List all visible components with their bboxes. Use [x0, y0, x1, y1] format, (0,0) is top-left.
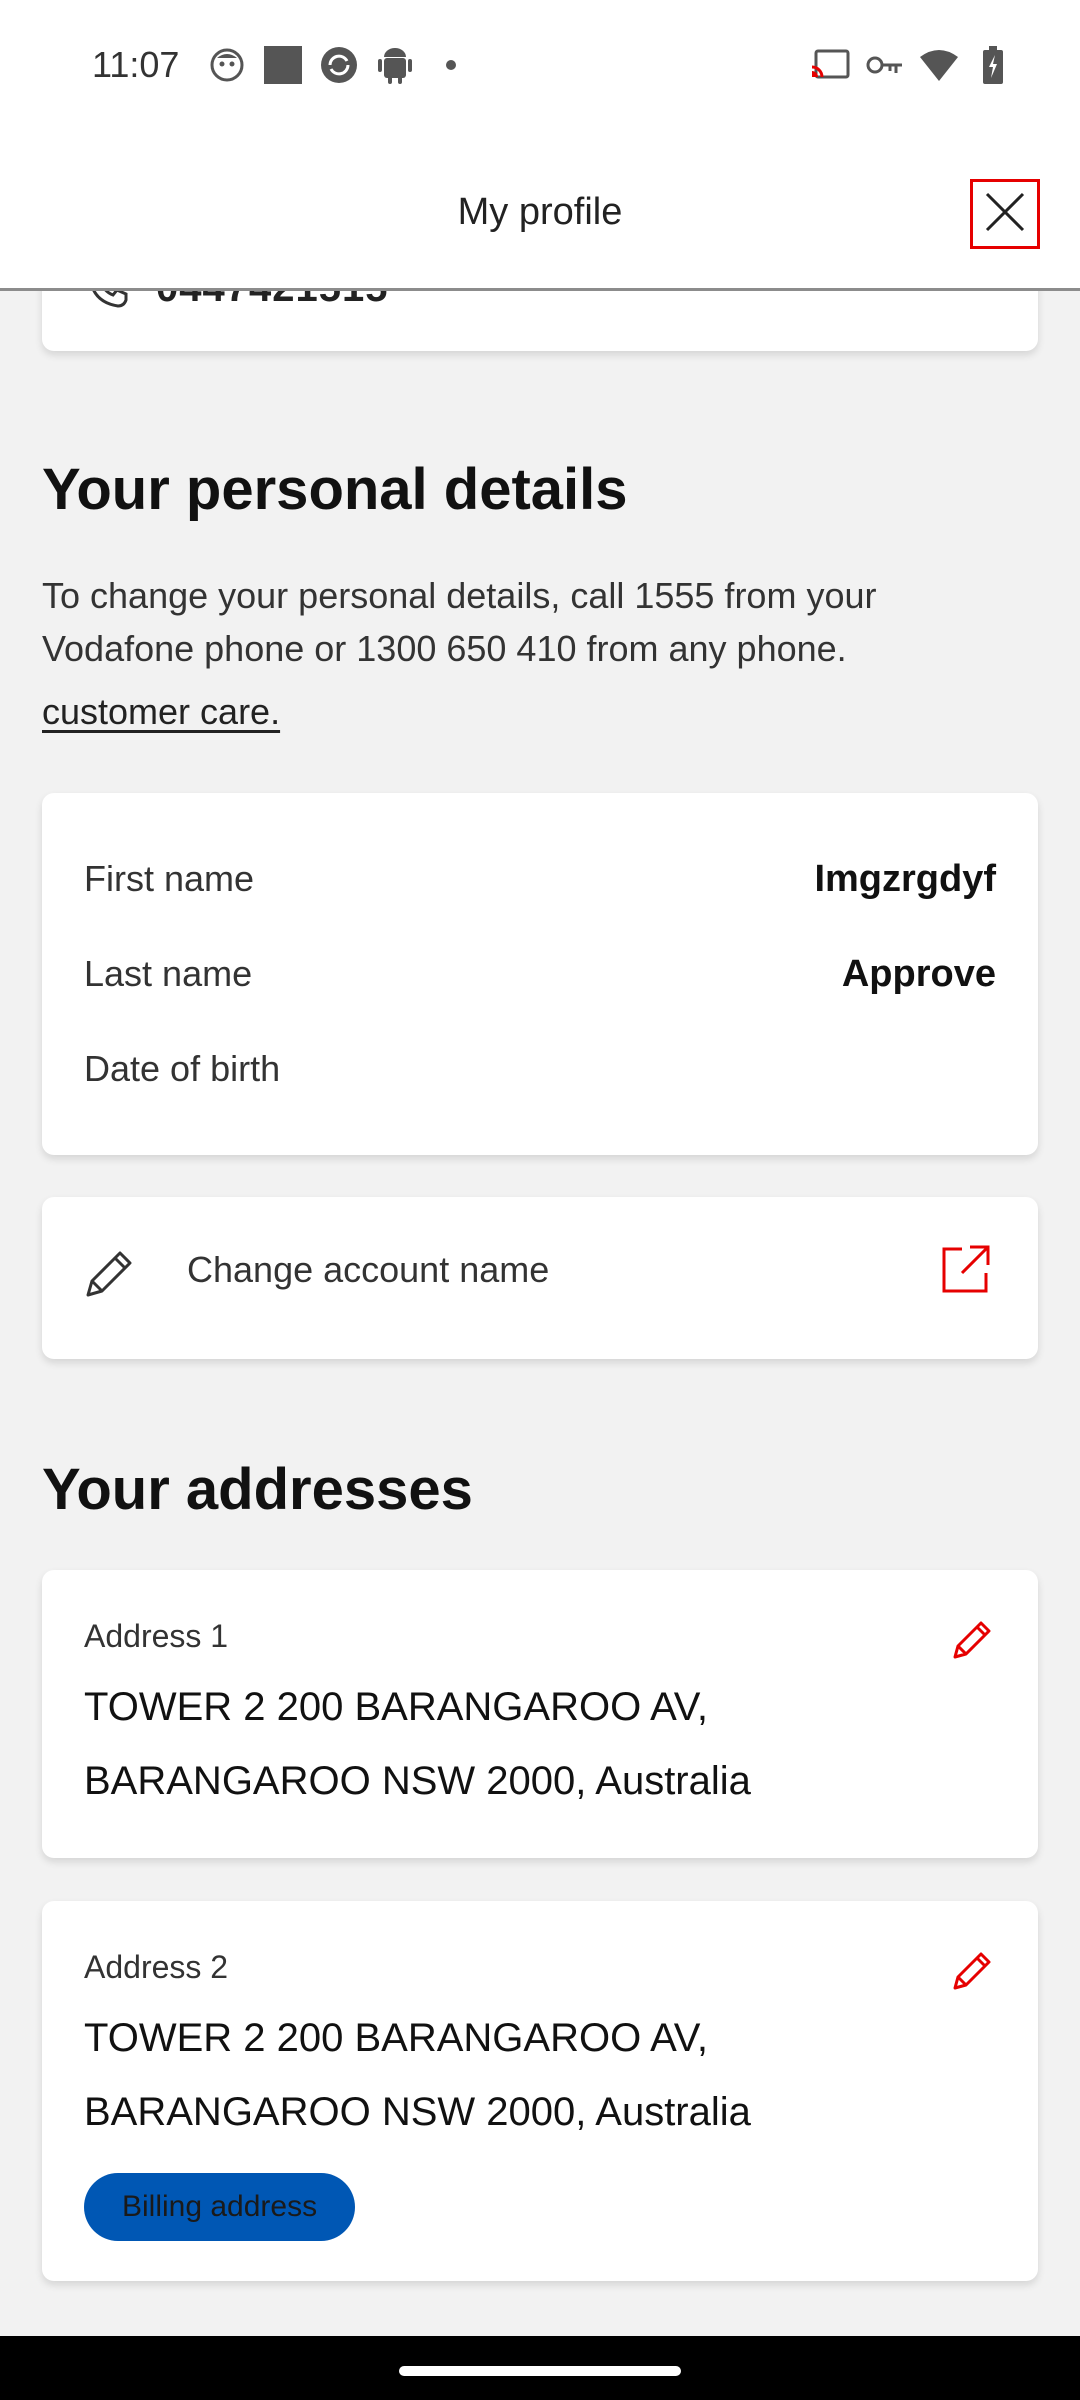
cast-icon	[812, 46, 850, 84]
sync-icon	[320, 46, 358, 84]
personal-details-description: To change your personal details, call 15…	[42, 575, 877, 669]
close-icon	[983, 190, 1027, 239]
system-nav-bar	[0, 2336, 1080, 2400]
pencil-icon	[953, 1621, 991, 1659]
page-title: My profile	[457, 191, 623, 233]
last-name-value: Approve	[841, 952, 996, 995]
square-icon	[264, 46, 302, 84]
external-link-icon	[938, 1243, 992, 1302]
customer-care-link[interactable]: customer care.	[42, 691, 280, 733]
phone-card: 0447421515	[42, 291, 1038, 351]
billing-address-badge: Billing address	[84, 2173, 356, 2241]
android-icon	[376, 46, 414, 84]
last-name-label: Last name	[84, 953, 253, 994]
address-text: TOWER 2 200 BARANGAROO AV, BARANGAROO NS…	[84, 2001, 944, 2149]
phone-number: 0447421515	[156, 291, 388, 311]
first-name-value: Imgzrgdyf	[814, 857, 996, 900]
address-card: Address 2 TOWER 2 200 BARANGAROO AV, BAR…	[42, 1901, 1038, 2281]
first-name-label: First name	[84, 858, 255, 899]
address-line-1: TOWER 2 200 BARANGAROO AV,	[84, 1685, 708, 1729]
addresses-title: Your addresses	[42, 1457, 473, 1522]
first-name-row: First name Imgzrgdyf	[84, 849, 996, 909]
pencil-icon	[953, 1952, 991, 1990]
change-account-name-button[interactable]: Change account name	[42, 1197, 1038, 1359]
status-time: 11:07	[92, 44, 180, 85]
app-header: My profile	[0, 135, 1080, 291]
home-gesture-handle[interactable]	[399, 2366, 681, 2376]
close-button[interactable]	[970, 179, 1040, 249]
date-of-birth-row: Date of birth	[84, 1039, 996, 1099]
personal-details-title: Your personal details	[42, 457, 628, 522]
edit-address-button[interactable]	[952, 1949, 994, 1996]
personal-details-card: First name Imgzrgdyf Last name Approve D…	[42, 793, 1038, 1155]
battery-charging-icon	[974, 46, 1012, 84]
status-bar: 11:07	[0, 0, 1080, 135]
address-text: TOWER 2 200 BARANGAROO AV, BARANGAROO NS…	[84, 1670, 944, 1818]
key-icon	[866, 46, 904, 84]
date-of-birth-label: Date of birth	[84, 1048, 281, 1089]
address-label: Address 2	[84, 1949, 229, 1985]
face-icon	[208, 46, 246, 84]
address-card: Address 1 TOWER 2 200 BARANGAROO AV, BAR…	[42, 1570, 1038, 1858]
change-account-name-label: Change account name	[187, 1249, 550, 1290]
status-icons-left	[208, 46, 470, 84]
edit-address-button[interactable]	[952, 1618, 994, 1665]
profile-content[interactable]: 0447421515 Your personal details To chan…	[0, 291, 1080, 2336]
dot-icon	[432, 46, 470, 84]
address-line-2: BARANGAROO NSW 2000, Australia	[84, 1759, 751, 1803]
wifi-icon	[920, 46, 958, 84]
address-line-1: TOWER 2 200 BARANGAROO AV,	[84, 2016, 708, 2060]
last-name-row: Last name Approve	[84, 944, 996, 1004]
pencil-icon	[84, 1247, 136, 1304]
address-label: Address 1	[84, 1618, 229, 1654]
address-line-2: BARANGAROO NSW 2000, Australia	[84, 2090, 751, 2134]
status-icons-right	[812, 46, 1012, 84]
phone-icon	[86, 291, 130, 315]
